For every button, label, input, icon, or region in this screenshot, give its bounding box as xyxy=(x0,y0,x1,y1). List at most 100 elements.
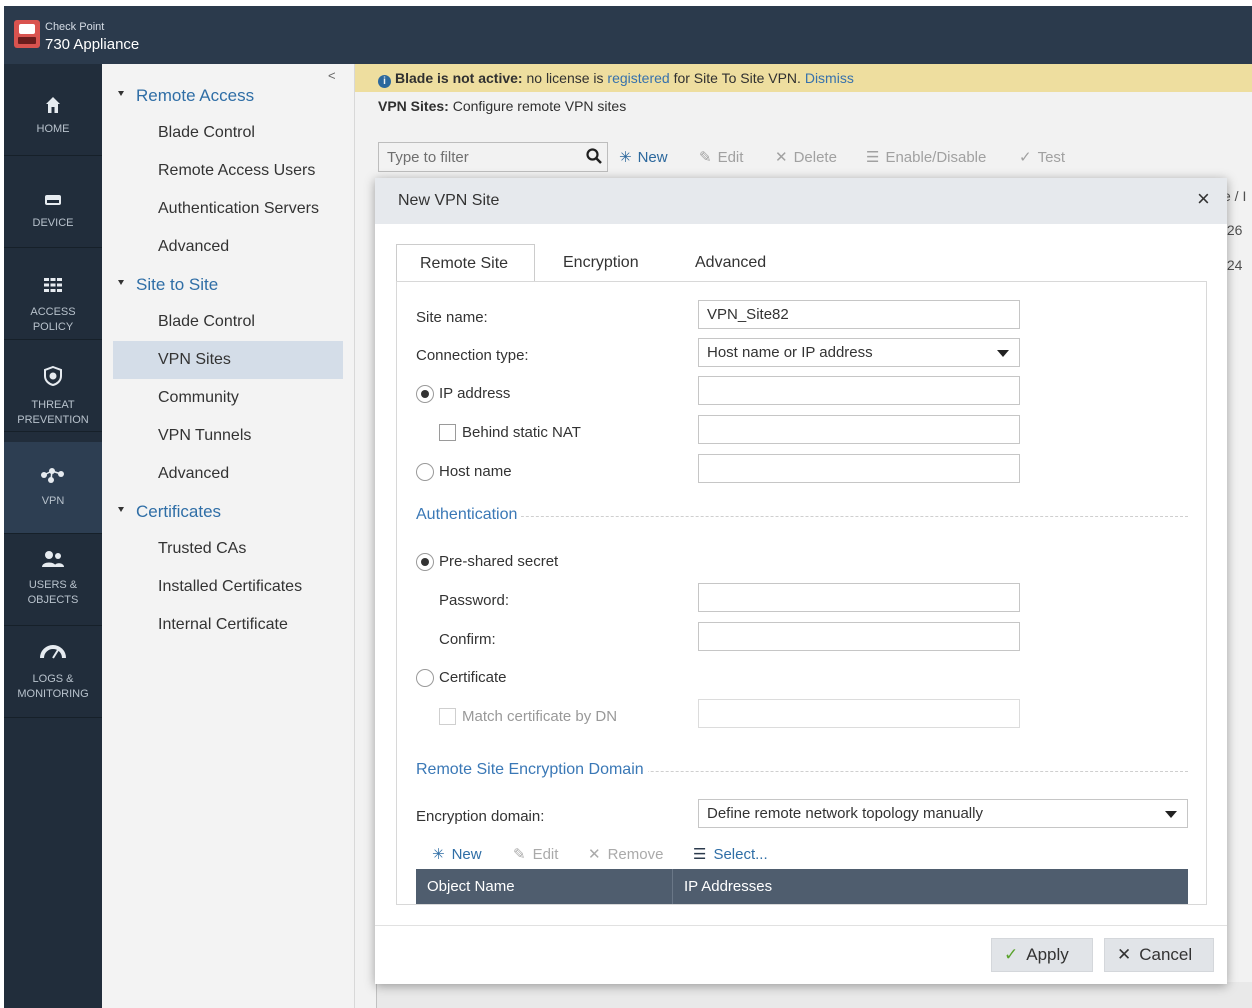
nav-item-vpn-tunnels[interactable]: VPN Tunnels xyxy=(158,427,251,445)
expand-triangle-icon xyxy=(118,280,124,286)
brand-main: 730 Appliance xyxy=(45,36,140,53)
password-input[interactable] xyxy=(698,583,1020,612)
encryption-domain-value: Define remote network topology manually xyxy=(707,805,983,822)
connection-type-label: Connection type: xyxy=(416,347,529,364)
nav-item-community[interactable]: Community xyxy=(158,389,239,407)
column-ip-addresses[interactable]: IP Addresses xyxy=(684,878,772,895)
domain-select-label: Select... xyxy=(713,846,768,863)
nav-vpn[interactable]: VPN xyxy=(4,442,102,534)
nav-item-vpn-sites[interactable]: VPN Sites xyxy=(113,341,343,379)
nav-item-ra-advanced[interactable]: Advanced xyxy=(158,238,229,256)
access-policy-icon xyxy=(44,278,62,292)
section-site-to-site[interactable]: Site to Site xyxy=(118,275,218,295)
nav-home-label: HOME xyxy=(36,123,70,135)
host-name-label: Host name xyxy=(439,463,512,480)
vpn-network-icon xyxy=(41,468,64,483)
domain-new-button[interactable]: ✳ New xyxy=(432,845,482,863)
nav-access-policy[interactable]: ACCESS POLICY xyxy=(4,248,102,340)
apply-button[interactable]: ✓ Apply xyxy=(991,938,1093,972)
ip-address-input[interactable] xyxy=(698,376,1020,405)
nav-device[interactable]: DEVICE xyxy=(4,156,102,248)
match-dn-checkbox[interactable] xyxy=(439,708,456,725)
site-name-input[interactable]: VPN_Site82 xyxy=(698,300,1020,329)
select-list-icon: ☰ xyxy=(693,846,707,863)
section-title: Remote Access xyxy=(136,86,255,105)
nav-item-authentication-servers[interactable]: Authentication Servers xyxy=(158,200,319,218)
tab-remote-site[interactable]: Remote Site xyxy=(396,244,535,282)
device-icon xyxy=(45,195,61,205)
nav-item-s2s-blade-control[interactable]: Blade Control xyxy=(158,313,255,331)
column-divider xyxy=(672,869,673,904)
new-vpn-site-dialog: New VPN Site × Remote Site Encryption Ad… xyxy=(375,178,1227,984)
nav-home[interactable]: HOME xyxy=(4,64,102,156)
apply-label: Apply xyxy=(1026,945,1069,964)
match-dn-input[interactable] xyxy=(698,699,1020,728)
collapse-nav-icon[interactable]: < xyxy=(328,68,336,83)
nav-item-internal-certificate[interactable]: Internal Certificate xyxy=(158,616,288,634)
certificate-radio[interactable] xyxy=(416,669,434,687)
dialog-footer-divider xyxy=(375,925,1227,926)
encryption-domain-label: Encryption domain: xyxy=(416,808,545,825)
nav-item-trusted-cas[interactable]: Trusted CAs xyxy=(158,540,246,558)
ip-address-label: IP address xyxy=(439,385,511,402)
shield-icon xyxy=(44,366,62,386)
pencil-icon: ✎ xyxy=(513,846,526,863)
domain-edit-button[interactable]: ✎ Edit xyxy=(513,845,558,863)
close-icon: ✕ xyxy=(1117,945,1132,964)
remote-site-panel: Site name: VPN_Site82 Connection type: H… xyxy=(396,281,1207,905)
brand-top: Check Point xyxy=(45,21,105,33)
column-object-name[interactable]: Object Name xyxy=(427,878,515,895)
connection-type-select[interactable]: Host name or IP address xyxy=(698,338,1020,367)
remove-x-icon: ✕ xyxy=(588,846,601,863)
behind-static-nat-checkbox[interactable] xyxy=(439,424,456,441)
domain-table-header: Object Name IP Addresses xyxy=(416,869,1188,904)
ip-address-radio[interactable] xyxy=(416,385,434,403)
domain-select-button[interactable]: ☰ Select... xyxy=(693,845,768,863)
secondary-nav: < Remote Access Blade Control Remote Acc… xyxy=(102,64,355,1008)
password-label: Password: xyxy=(439,592,510,609)
nav-item-s2s-advanced[interactable]: Advanced xyxy=(158,465,229,483)
connection-type-value: Host name or IP address xyxy=(707,344,873,361)
domain-edit-label: Edit xyxy=(532,846,559,863)
section-certificates[interactable]: Certificates xyxy=(118,502,221,522)
tab-encryption[interactable]: Encryption xyxy=(563,244,639,282)
top-bar: Check Point 730 Appliance xyxy=(4,6,1252,64)
chevron-down-icon xyxy=(1165,811,1177,818)
expand-triangle-icon xyxy=(118,91,124,97)
host-name-input[interactable] xyxy=(698,454,1020,483)
cancel-label: Cancel xyxy=(1139,945,1193,964)
nav-item-installed-certificates[interactable]: Installed Certificates xyxy=(158,578,302,596)
domain-remove-label: Remove xyxy=(607,846,664,863)
confirm-label: Confirm: xyxy=(439,631,496,648)
gauge-icon xyxy=(40,645,66,659)
cancel-button[interactable]: ✕ Cancel xyxy=(1104,938,1214,972)
chevron-down-icon xyxy=(997,350,1009,357)
tab-advanced[interactable]: Advanced xyxy=(695,244,766,282)
static-nat-input[interactable] xyxy=(698,415,1020,444)
behind-static-nat-label: Behind static NAT xyxy=(462,424,581,441)
certificate-label: Certificate xyxy=(439,669,507,686)
nav-threat-prevention[interactable]: THREAT PREVENTION xyxy=(4,340,102,432)
nav-users-objects-label: USERS & OBJECTS xyxy=(27,579,79,606)
confirm-input[interactable] xyxy=(698,622,1020,651)
encryption-domain-section-title: Remote Site Encryption Domain xyxy=(416,761,648,779)
main-nav: HOME DEVICE ACCESS POLICY THREAT PREVENT… xyxy=(4,64,102,1008)
dialog-title: New VPN Site xyxy=(398,192,500,209)
section-remote-access[interactable]: Remote Access xyxy=(118,86,254,106)
nav-users-objects[interactable]: USERS & OBJECTS xyxy=(4,534,102,626)
host-name-radio[interactable] xyxy=(416,463,434,481)
nav-item-ra-blade-control[interactable]: Blade Control xyxy=(158,124,255,142)
nav-access-policy-label: ACCESS POLICY xyxy=(30,306,76,333)
close-icon[interactable]: × xyxy=(1197,188,1210,210)
encryption-domain-select[interactable]: Define remote network topology manually xyxy=(698,799,1188,828)
check-icon: ✓ xyxy=(1004,945,1019,964)
domain-remove-button[interactable]: ✕ Remove xyxy=(588,845,663,863)
nav-item-remote-access-users[interactable]: Remote Access Users xyxy=(158,162,315,180)
home-icon xyxy=(46,97,60,113)
pre-shared-secret-radio[interactable] xyxy=(416,553,434,571)
nav-logs-monitoring[interactable]: LOGS & MONITORING xyxy=(4,626,102,718)
section-title: Site to Site xyxy=(136,275,219,294)
nav-device-label: DEVICE xyxy=(32,217,74,229)
check-point-logo-icon xyxy=(14,20,40,48)
authentication-section-title: Authentication xyxy=(416,506,522,524)
